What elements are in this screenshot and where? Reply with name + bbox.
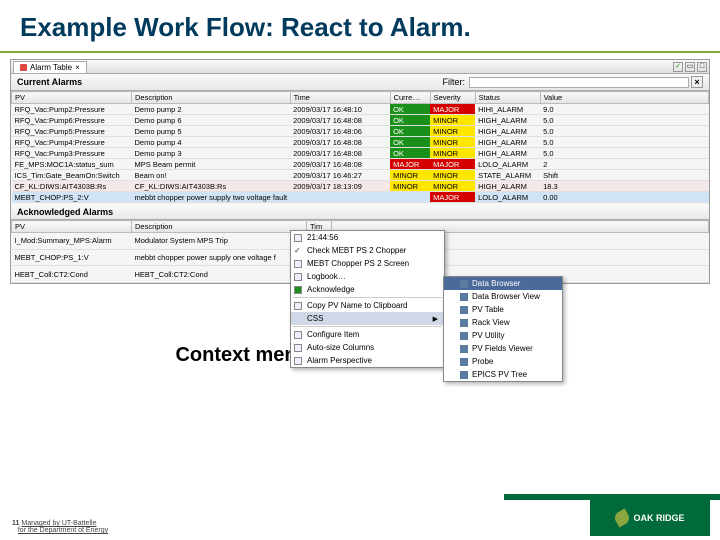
tool-icon	[460, 293, 468, 301]
page-number: 11	[12, 520, 19, 527]
screen-icon	[294, 260, 302, 268]
footer: 11 Managed by UT-Battelle for the Depart…	[12, 520, 108, 534]
ack-header: Acknowledged Alarms	[11, 205, 709, 220]
ctx-css-submenu[interactable]: CSS▶	[291, 312, 444, 325]
minimize-icon[interactable]: ▭	[685, 62, 695, 72]
ctx-acknowledge[interactable]: Acknowledge	[291, 283, 444, 296]
clock-icon	[294, 234, 302, 242]
chevron-right-icon: ▶	[433, 315, 438, 323]
css-submenu: Data BrowserData Browser ViewPV TableRac…	[443, 276, 563, 382]
tab-label: Alarm Table	[30, 63, 72, 72]
submenu-pv-table[interactable]: PV Table	[444, 303, 562, 316]
logbook-icon	[294, 273, 302, 281]
table-row[interactable]: RFQ_Vac:Pump2:PressureDemo pump 22009/03…	[12, 104, 709, 115]
managed-by: Managed by UT-Battelle	[21, 520, 96, 527]
filter-input[interactable]	[469, 77, 689, 88]
tab-bar: Alarm Table × ✓ ▭ □	[11, 60, 709, 74]
title-underline	[0, 51, 720, 53]
ctx-sep-2	[293, 326, 442, 327]
table-row[interactable]: RFQ_Vac:Pump4:PressureDemo pump 42009/03…	[12, 137, 709, 148]
current-alarms-label: Current Alarms	[17, 77, 82, 87]
table-row[interactable]: CF_KL:DIWS:AIT4303B:RsCF_KL:DIWS:AIT4303…	[12, 181, 709, 192]
submenu-epics-pv-tree[interactable]: EPICS PV Tree	[444, 368, 562, 381]
perspective-icon	[294, 357, 302, 365]
ctx-mebt-screen[interactable]: MEBT Chopper PS 2 Screen	[291, 257, 444, 270]
table-row[interactable]: MEBT_CHOP:PS_2:Vmebbt chopper power supp…	[12, 192, 709, 203]
gear-icon	[294, 331, 302, 339]
ack-icon	[294, 286, 302, 294]
table-row[interactable]: FE_MPS:MOC1A:status_sumMPS Beam permit20…	[12, 159, 709, 170]
col-curr[interactable]: Curre…	[390, 92, 430, 104]
tab-alarm-table[interactable]: Alarm Table ×	[13, 61, 87, 73]
maximize-icon[interactable]: □	[697, 62, 707, 72]
tool-icon	[460, 332, 468, 340]
copy-icon	[294, 302, 302, 310]
ack-col-pv[interactable]: PV	[12, 221, 132, 233]
col-time[interactable]: Time	[290, 92, 390, 104]
alarm-icon	[20, 64, 27, 71]
ack-label: Acknowledged Alarms	[17, 207, 113, 217]
table-row[interactable]: RFQ_Vac:Pump3:PressureDemo pump 32009/03…	[12, 148, 709, 159]
col-desc[interactable]: Description	[132, 92, 291, 104]
leaf-icon	[613, 508, 632, 527]
col-val[interactable]: Value	[540, 92, 708, 104]
ctx-perspective[interactable]: Alarm Perspective	[291, 354, 444, 367]
ctx-logbook[interactable]: Logbook…	[291, 270, 444, 283]
ctx-sep-1	[293, 297, 442, 298]
col-pv[interactable]: PV	[12, 92, 132, 104]
col-sev[interactable]: Severity	[430, 92, 475, 104]
context-menu: 21:44:56 Check MEBT PS 2 Chopper MEBT Ch…	[290, 230, 445, 368]
submenu-rack-view[interactable]: Rack View	[444, 316, 562, 329]
table-row[interactable]: ICS_Tim:Gate_BeamOn:SwitchBeam on!2009/0…	[12, 170, 709, 181]
ctx-autosize[interactable]: Auto-size Columns	[291, 341, 444, 354]
tool-icon	[460, 345, 468, 353]
columns-icon	[294, 344, 302, 352]
ctx-configure[interactable]: Configure Item	[291, 328, 444, 341]
slide-title: Example Work Flow: React to Alarm.	[0, 0, 720, 51]
tab-controls: ✓ ▭ □	[673, 62, 707, 72]
tool-icon	[460, 358, 468, 366]
ctx-check-mebt[interactable]: Check MEBT PS 2 Chopper	[291, 244, 444, 257]
current-alarms-table: PV Description Time Curre… Severity Stat…	[11, 91, 709, 203]
clear-filter-button[interactable]: ×	[691, 76, 703, 88]
col-status[interactable]: Status	[475, 92, 540, 104]
table-row[interactable]: RFQ_Vac:Pump5:PressureDemo pump 52009/03…	[12, 126, 709, 137]
submenu-pv-fields-viewer[interactable]: PV Fields Viewer	[444, 342, 562, 355]
tool-icon	[460, 280, 468, 288]
oak-ridge-logo: OAK RIDGE	[590, 500, 710, 536]
submenu-pv-utility[interactable]: PV Utility	[444, 329, 562, 342]
tab-close-icon[interactable]: ×	[75, 63, 80, 72]
ack-col-desc[interactable]: Description	[132, 221, 307, 233]
tab-check-icon[interactable]: ✓	[673, 62, 683, 72]
logo-text: OAK RIDGE	[633, 513, 684, 523]
submenu-probe[interactable]: Probe	[444, 355, 562, 368]
tool-icon	[460, 319, 468, 327]
submenu-data-browser[interactable]: Data Browser	[444, 277, 562, 290]
tool-icon	[460, 371, 468, 379]
ctx-time: 21:44:56	[291, 231, 444, 244]
current-alarms-header: Current Alarms Filter: ×	[11, 74, 709, 91]
submenu-data-browser-view[interactable]: Data Browser View	[444, 290, 562, 303]
table-row[interactable]: RFQ_Vac:Pump6:PressureDemo pump 62009/03…	[12, 115, 709, 126]
tool-icon	[460, 306, 468, 314]
filter-label: Filter:	[443, 77, 466, 87]
ctx-copy-pv[interactable]: Copy PV Name to Clipboard	[291, 299, 444, 312]
dept: for the Department of Energy	[18, 527, 108, 534]
